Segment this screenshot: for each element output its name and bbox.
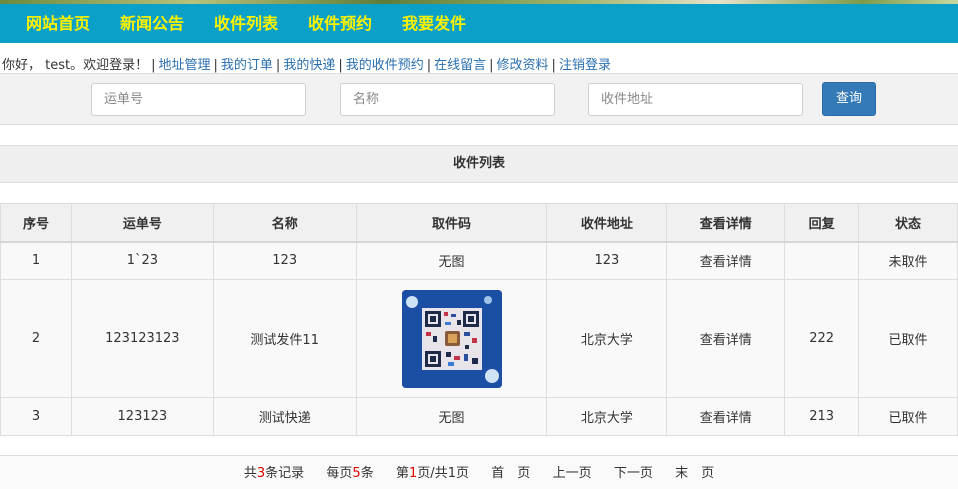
cell-index: 1 bbox=[0, 241, 72, 280]
col-header-reply: 回复 bbox=[784, 203, 860, 243]
cell-address: 123 bbox=[546, 241, 668, 280]
cell-waybill: 1`23 bbox=[70, 241, 214, 280]
pager-first[interactable]: 首 页 bbox=[491, 466, 530, 481]
cell-reply: 222 bbox=[784, 279, 860, 398]
cell-index: 3 bbox=[0, 397, 72, 436]
link-my-express[interactable]: 我的快递 bbox=[283, 58, 335, 73]
cell-status: 未取件 bbox=[858, 241, 958, 280]
section-title: 收件列表 bbox=[0, 145, 958, 183]
cell-waybill: 123123123 bbox=[70, 279, 214, 398]
cell-name: 123 bbox=[212, 241, 357, 280]
col-header-address: 收件地址 bbox=[546, 203, 668, 243]
qr-code-image[interactable] bbox=[401, 289, 502, 388]
cell-address: 北京大学 bbox=[546, 279, 668, 398]
pager-prev[interactable]: 上一页 bbox=[553, 466, 592, 481]
cell-status: 已取件 bbox=[858, 397, 958, 436]
nav-home[interactable]: 网站首页 bbox=[26, 4, 90, 43]
col-header-status: 状态 bbox=[858, 203, 958, 243]
cell-index: 2 bbox=[0, 279, 72, 398]
cell-reply bbox=[784, 241, 860, 280]
link-my-orders[interactable]: 我的订单 bbox=[221, 58, 273, 73]
cell-address: 北京大学 bbox=[546, 397, 668, 436]
link-online-message[interactable]: 在线留言 bbox=[434, 58, 486, 73]
name-search-input[interactable] bbox=[340, 83, 555, 116]
cell-code bbox=[355, 279, 548, 398]
link-edit-profile[interactable]: 修改资料 bbox=[497, 58, 549, 73]
cell-detail-link[interactable]: 查看详情 bbox=[666, 279, 786, 398]
user-bar: 你好， test。欢迎登录！ | 地址管理 | 我的订单 | 我的快递 | 我的收件预约 | 在线留… bbox=[2, 58, 611, 73]
cell-detail-link[interactable]: 查看详情 bbox=[666, 241, 786, 280]
cell-name: 测试快递 bbox=[212, 397, 357, 436]
col-header-waybill: 运单号 bbox=[70, 203, 214, 243]
cell-waybill: 123123 bbox=[70, 397, 214, 436]
pager-next[interactable]: 下一页 bbox=[614, 466, 653, 481]
receive-table: 序号 运单号 名称 取件码 收件地址 查看详情 回复 状态 1 1`23 123… bbox=[0, 203, 958, 436]
link-address-manage[interactable]: 地址管理 bbox=[159, 58, 211, 73]
cell-name: 测试发件11 bbox=[212, 279, 357, 398]
cell-code: 无图 bbox=[355, 241, 548, 280]
col-header-index: 序号 bbox=[0, 203, 72, 243]
link-my-receive-booking[interactable]: 我的收件预约 bbox=[346, 58, 424, 73]
pager-page-info: 第1页/共1页 bbox=[396, 466, 469, 481]
table-row: 3 123123 测试快递 无图 北京大学 查看详情 213 已取件 bbox=[0, 397, 958, 436]
pager-total: 共3条记录 bbox=[243, 466, 305, 481]
nav-send[interactable]: 我要发件 bbox=[402, 4, 466, 43]
pagination: 共3条记录 每页5条 第1页/共1页 首 页 上一页 下一页 末 页 bbox=[0, 455, 958, 489]
table-row: 2 123123123 测试发件11 北京大学 查看详情 222 已取件 bbox=[0, 279, 958, 398]
col-header-name: 名称 bbox=[212, 203, 357, 243]
table-row: 1 1`23 123 无图 123 查看详情 未取件 bbox=[0, 241, 958, 280]
nav-receive-booking[interactable]: 收件预约 bbox=[308, 4, 372, 43]
pager-per-page: 每页5条 bbox=[326, 466, 374, 481]
user-greeting: 你好， test。欢迎登录！ bbox=[2, 58, 149, 73]
pager-last[interactable]: 末 页 bbox=[675, 466, 714, 481]
nav-receive-list[interactable]: 收件列表 bbox=[214, 4, 278, 43]
col-header-code: 取件码 bbox=[355, 203, 548, 243]
search-bar: 查询 bbox=[0, 73, 958, 125]
waybill-search-input[interactable] bbox=[91, 83, 306, 116]
cell-reply: 213 bbox=[784, 397, 860, 436]
cell-status: 已取件 bbox=[858, 279, 958, 398]
cell-detail-link[interactable]: 查看详情 bbox=[666, 397, 786, 436]
col-header-detail: 查看详情 bbox=[666, 203, 786, 243]
address-search-input[interactable] bbox=[588, 83, 803, 116]
search-button[interactable]: 查询 bbox=[822, 82, 876, 116]
cell-code: 无图 bbox=[355, 397, 548, 436]
link-logout[interactable]: 注销登录 bbox=[559, 58, 611, 73]
main-navbar: 网站首页 新闻公告 收件列表 收件预约 我要发件 bbox=[0, 4, 958, 43]
table-header-row: 序号 运单号 名称 取件码 收件地址 查看详情 回复 状态 bbox=[0, 203, 958, 243]
nav-news[interactable]: 新闻公告 bbox=[120, 4, 184, 43]
